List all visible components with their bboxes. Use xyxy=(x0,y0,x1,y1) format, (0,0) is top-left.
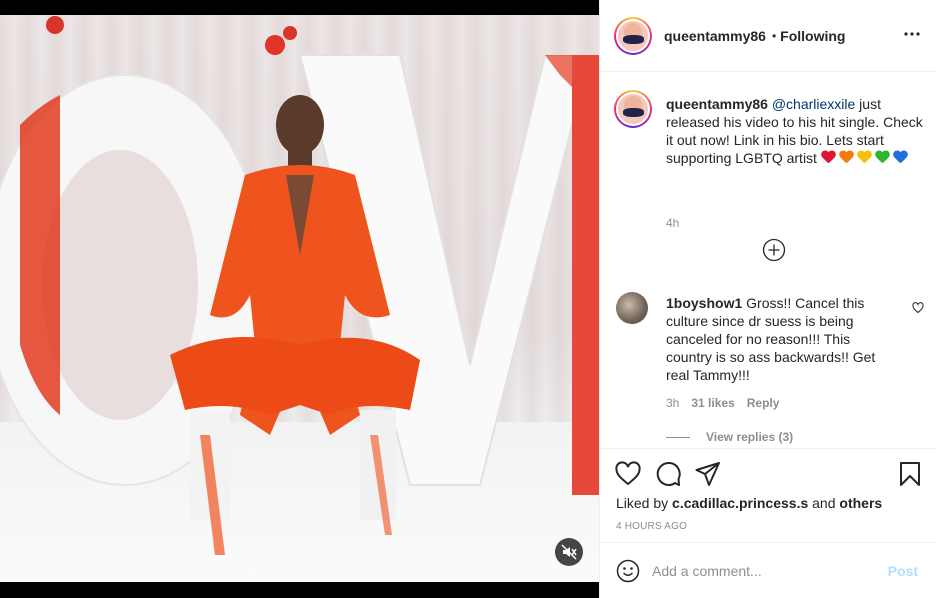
action-bar: Liked by c.cadillac.princess.s and other… xyxy=(600,448,936,542)
comments-section[interactable]: queentammy86 @charliexxile just released… xyxy=(600,72,936,448)
liked-by-others[interactable]: others xyxy=(839,495,882,511)
post-media[interactable] xyxy=(0,0,599,598)
blue-heart-icon xyxy=(893,151,908,164)
green-heart-icon xyxy=(875,151,890,164)
caption-text: queentammy86 @charliexxile just released… xyxy=(666,95,926,168)
replies-divider xyxy=(666,436,690,438)
load-more-comments-icon[interactable] xyxy=(762,238,786,262)
share-paper-plane-icon[interactable] xyxy=(694,460,722,488)
post-timestamp[interactable]: 4 HOURS AGO xyxy=(616,521,687,532)
comment-like-heart-icon[interactable] xyxy=(912,302,924,314)
comment-time[interactable]: 3h xyxy=(666,396,679,410)
mention-link[interactable]: @charliexxile xyxy=(772,96,855,112)
liked-by-user[interactable]: c.cadillac.princess.s xyxy=(672,495,808,511)
speaker-muted-icon xyxy=(561,544,577,560)
reply-button[interactable]: Reply xyxy=(747,396,780,410)
post-header: queentammy86 • Following xyxy=(600,0,936,72)
view-replies-button[interactable]: View replies (3) xyxy=(666,430,793,444)
orange-heart-icon xyxy=(839,151,854,164)
add-comment-input[interactable] xyxy=(652,555,872,587)
comment-meta: 3h 31 likes Reply xyxy=(666,396,779,410)
view-replies-label: View replies (3) xyxy=(706,430,794,444)
heart-emojis xyxy=(821,151,911,166)
following-button[interactable]: Following xyxy=(780,28,845,44)
commenter-avatar[interactable] xyxy=(616,292,648,324)
post-panel: queentammy86 • Following queentammy86 @c… xyxy=(599,0,936,598)
header-separator: • xyxy=(771,28,777,43)
comment-text: 1boyshow1 Gross!! Cancel this culture si… xyxy=(666,294,892,384)
emoji-icon[interactable] xyxy=(616,559,640,583)
author-avatar[interactable] xyxy=(614,16,652,55)
post-comment-button[interactable]: Post xyxy=(888,563,918,579)
add-comment-bar: Post xyxy=(600,542,936,598)
caption-time[interactable]: 4h xyxy=(666,216,679,230)
liked-by-text: Liked by c.cadillac.princess.s and other… xyxy=(616,495,882,511)
comment-likes[interactable]: 31 likes xyxy=(691,396,734,410)
video-frame[interactable] xyxy=(0,15,599,582)
like-heart-icon[interactable] xyxy=(614,460,642,488)
more-options-icon[interactable] xyxy=(904,26,920,42)
save-bookmark-icon[interactable] xyxy=(896,460,924,488)
comment-bubble-icon[interactable] xyxy=(654,460,682,488)
yellow-heart-icon xyxy=(857,151,872,164)
liked-by-prefix: Liked by xyxy=(616,495,673,511)
video-scene xyxy=(0,16,599,555)
liked-by-and: and xyxy=(808,495,840,511)
caption-avatar[interactable] xyxy=(614,90,652,128)
red-heart-icon xyxy=(821,151,836,164)
audio-muted-button[interactable] xyxy=(555,538,583,566)
commenter-username[interactable]: 1boyshow1 xyxy=(666,295,742,311)
caption-username[interactable]: queentammy86 xyxy=(666,96,768,112)
author-username[interactable]: queentammy86 xyxy=(664,28,766,44)
